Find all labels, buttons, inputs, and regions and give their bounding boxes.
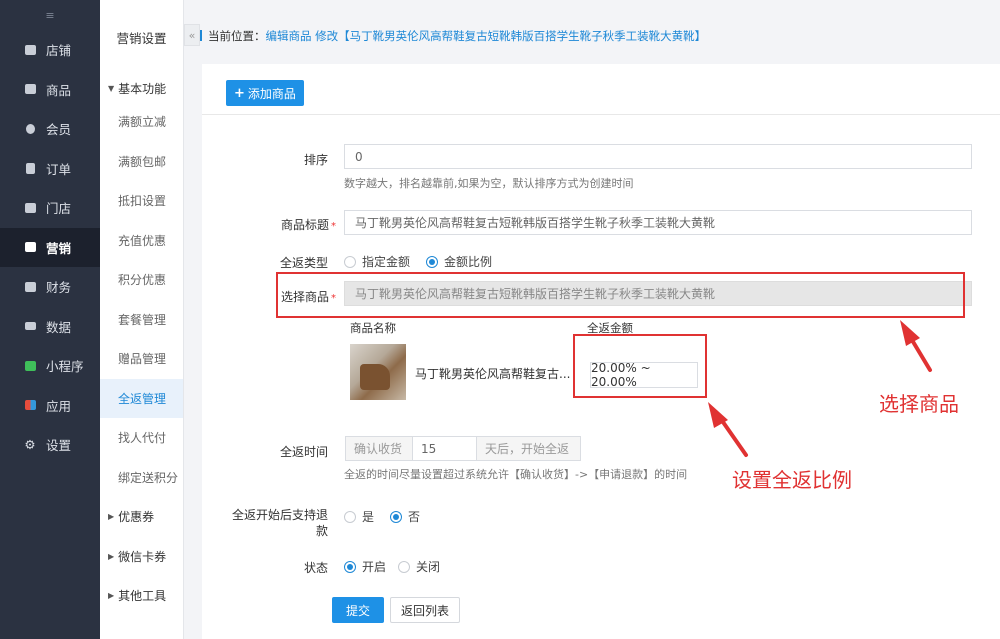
nav-item-finance[interactable]: 财务 — [0, 267, 100, 307]
status-on-radio[interactable]: 开启 — [344, 558, 386, 575]
annotation-box-ratio — [573, 334, 707, 398]
submenu-group-tools[interactable]: ▶ 其他工具 — [100, 576, 183, 616]
sort-label: 排序 — [303, 153, 328, 167]
refund-no-radio[interactable]: 否 — [390, 508, 420, 525]
annotation-box-select-goods — [276, 272, 965, 318]
gear-icon: ⚙ — [24, 437, 36, 453]
finance-icon — [24, 281, 36, 293]
menu-toggle-icon[interactable]: ≡ — [0, 0, 100, 30]
type-ratio-radio[interactable]: 金额比例 — [426, 253, 492, 270]
type-fixed-radio[interactable]: 指定金额 — [344, 253, 410, 270]
submenu-item-active[interactable]: 全返管理 — [100, 378, 183, 418]
caret-right-icon: ▶ — [108, 591, 115, 601]
nav-item-data[interactable]: 数据 — [0, 307, 100, 347]
product-thumbnail — [350, 344, 406, 400]
submenu-item[interactable]: 充值优惠 — [100, 221, 183, 261]
miniprogram-icon — [24, 360, 36, 372]
caret-down-icon: ▼ — [108, 83, 115, 93]
annotation-set-ratio: 设置全返比例 — [732, 468, 852, 492]
col-goods-name: 商品名称 — [350, 321, 396, 335]
sort-hint: 数字越大，排名越靠前,如果为空，默认排序方式为创建时间 — [344, 177, 634, 190]
nav-item-goods[interactable]: 商品 — [0, 70, 100, 110]
add-goods-button[interactable]: + 添加商品 — [226, 80, 304, 106]
order-icon — [24, 162, 36, 174]
member-icon — [24, 123, 36, 135]
return-time-label: 全返时间 — [279, 445, 328, 459]
chart-icon — [24, 320, 36, 332]
submenu-group-wxcard[interactable]: ▶ 微信卡券 — [100, 537, 183, 577]
time-suffix: 天后，开始全返 — [477, 436, 581, 461]
nav-item-order[interactable]: 订单 — [0, 149, 100, 189]
submenu-group-basic[interactable]: ▼ 基本功能 — [100, 74, 183, 102]
submenu-item[interactable]: 抵扣设置 — [100, 181, 183, 221]
shop-icon — [24, 202, 36, 214]
submenu-item[interactable]: 满额包邮 — [100, 142, 183, 182]
apps-icon — [24, 399, 36, 411]
gift-icon — [24, 241, 36, 253]
submenu-group-coupon[interactable]: ▶ 优惠券 — [100, 497, 183, 537]
time-prefix: 确认收货 — [345, 436, 413, 461]
time-hint: 全返的时间尽量设置超过系统允许【确认收货】->【申请退款】的时间 — [344, 468, 688, 481]
nav-item-store[interactable]: 店铺 — [0, 30, 100, 70]
product-name: 马丁靴男英伦风高帮鞋复古... — [415, 367, 571, 381]
nav-item-shop[interactable]: 门店 — [0, 188, 100, 228]
nav-item-miniprogram[interactable]: 小程序 — [0, 346, 100, 386]
status-off-radio[interactable]: 关闭 — [398, 558, 440, 575]
breadcrumb: 当前位置：编辑商品 修改【马丁靴男英伦风高帮鞋复古短靴韩版百搭学生靴子秋季工装靴… — [200, 28, 706, 44]
submenu-item[interactable]: 找人代付 — [100, 418, 183, 458]
submenu-item[interactable]: 套餐管理 — [100, 300, 183, 340]
collapse-icon[interactable]: « — [184, 24, 200, 46]
annotation-select-goods: 选择商品 — [879, 392, 959, 416]
caret-right-icon: ▶ — [108, 512, 115, 522]
return-days-input[interactable]: 15 — [413, 436, 477, 461]
sub-menu: 营销设置 « ▼ 基本功能 满额立减 满额包邮 抵扣设置 充值优惠 积分优惠 套餐… — [100, 0, 200, 639]
submenu-title: 营销设置 « — [100, 0, 200, 74]
submit-button[interactable]: 提交 — [332, 597, 384, 623]
goods-icon — [24, 83, 36, 95]
submenu-item[interactable]: 赠品管理 — [100, 339, 183, 379]
refund-support-label: 全返开始后支持退款 — [231, 508, 328, 538]
caret-right-icon: ▶ — [108, 551, 115, 561]
title-label: 商品标题 * — [280, 218, 336, 232]
sort-input[interactable]: 0 — [344, 144, 972, 169]
submenu-item[interactable]: 满额立减 — [100, 102, 183, 142]
type-label: 全返类型 — [279, 256, 328, 270]
title-input[interactable]: 马丁靴男英伦风高帮鞋复古短靴韩版百搭学生靴子秋季工装靴大黄靴 — [344, 210, 972, 235]
back-to-list-button[interactable]: 返回列表 — [390, 597, 460, 623]
breadcrumb-path[interactable]: 编辑商品 修改【马丁靴男英伦风高帮鞋复古短靴韩版百搭学生靴子秋季工装靴大黄靴】 — [266, 29, 707, 43]
plus-icon: + — [234, 85, 245, 101]
nav-item-member[interactable]: 会员 — [0, 109, 100, 149]
status-label: 状态 — [303, 561, 328, 575]
submenu-item[interactable]: 绑定送积分 — [100, 458, 183, 498]
main-nav: ≡ 店铺 商品 会员 订单 门店 营销 财务 数据 小程序 应用 ⚙ 设置 — [0, 0, 100, 639]
nav-item-settings[interactable]: ⚙ 设置 — [0, 425, 100, 465]
submenu-item[interactable]: 积分优惠 — [100, 260, 183, 300]
nav-item-apps[interactable]: 应用 — [0, 386, 100, 426]
nav-item-marketing[interactable]: 营销 — [0, 227, 100, 267]
refund-yes-radio[interactable]: 是 — [344, 508, 374, 525]
store-icon — [24, 44, 36, 56]
